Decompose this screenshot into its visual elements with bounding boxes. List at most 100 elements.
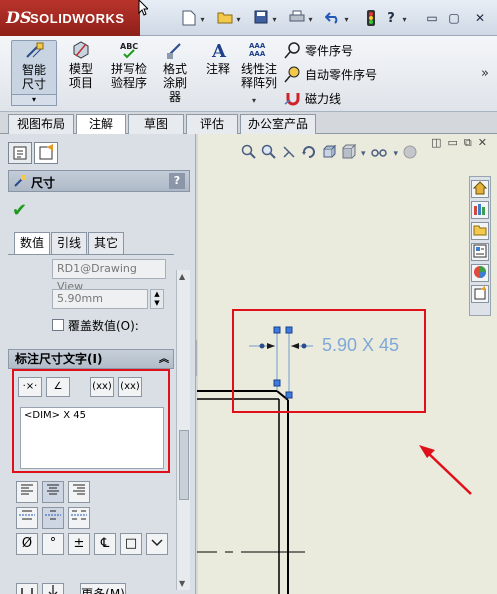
quick-access-help[interactable]: ? ▾ — [382, 10, 409, 28]
tab-other[interactable]: 其它 — [88, 232, 125, 254]
tab-evaluate[interactable]: 评估 — [186, 114, 238, 134]
format-painter-button[interactable]: 格式涂刷器 — [154, 40, 196, 104]
tab-value[interactable]: 数值 — [14, 232, 51, 255]
auto-balloon-button[interactable]: 自动零件序号 — [284, 64, 377, 84]
chevron-down-icon[interactable]: ▾ — [306, 15, 315, 24]
help-icon[interactable]: ? — [382, 10, 400, 28]
minimize-button[interactable]: ▭ — [422, 10, 442, 26]
insert-inspection-button[interactable]: (xx) — [118, 377, 142, 397]
undo-icon[interactable] — [324, 10, 342, 28]
tab-view-layout[interactable]: 视图布局 — [8, 114, 74, 134]
restore-button[interactable]: ▢ — [444, 10, 464, 26]
model-items-button[interactable]: 模型项目 — [60, 40, 102, 90]
home-icon[interactable] — [471, 180, 489, 198]
chevron-down-icon[interactable]: ▾ — [394, 149, 399, 159]
diameter-symbol-button[interactable]: Ø — [16, 533, 38, 555]
linear-pattern-dropdown[interactable]: ▾ — [252, 96, 256, 105]
appearance-icon[interactable] — [402, 144, 418, 164]
quick-access-save[interactable]: ▾ — [252, 10, 279, 28]
property-manager-scrollbar[interactable]: ▲ ▼ — [176, 270, 190, 590]
solidworks-logo[interactable]: DS SOLIDWORKS — [0, 0, 140, 36]
more-button[interactable]: 更多(M) — [80, 583, 126, 594]
spell-check-button[interactable]: ABC 拼写检验程序 — [106, 40, 152, 90]
degree-symbol-button[interactable]: ° — [42, 533, 64, 555]
rebuild-icon[interactable] — [362, 10, 380, 28]
tab-sketch[interactable]: 草图 — [128, 114, 184, 134]
counterbore-symbol-button[interactable] — [16, 583, 38, 594]
graphics-area[interactable]: 5.90 X 45 ◫ ▭ ⧉ ✕ ▾ ▾ — [197, 134, 497, 594]
chevron-down-icon[interactable]: ▾ — [361, 149, 366, 159]
zoom-to-fit-icon[interactable] — [241, 144, 257, 164]
magnetic-line-button[interactable]: 磁力线 — [284, 88, 341, 108]
quick-access-new[interactable]: ▾ — [180, 10, 207, 28]
custom-properties-icon[interactable] — [471, 285, 489, 303]
collapse-icon[interactable]: ︽ — [159, 351, 169, 369]
justify-inside-button[interactable] — [42, 507, 64, 529]
view-palette-icon[interactable] — [471, 243, 489, 261]
depth-symbol-button[interactable] — [42, 583, 64, 594]
align-left-button[interactable] — [16, 481, 38, 503]
dimension-text-input[interactable]: <DIM> X 45 — [20, 407, 164, 469]
align-center-button[interactable] — [42, 481, 64, 503]
rebuild-view-icon[interactable] — [301, 144, 317, 164]
new-icon[interactable] — [180, 10, 198, 28]
file-explorer-icon[interactable] — [471, 222, 489, 240]
quick-access-rebuild[interactable] — [362, 10, 380, 28]
print-icon[interactable] — [288, 10, 306, 28]
centerline-symbol-button[interactable]: ℄ — [94, 533, 116, 555]
insert-angle-button[interactable]: ∠ — [46, 377, 70, 397]
zoom-to-area-icon[interactable] — [261, 144, 277, 164]
help-icon[interactable]: ? — [169, 173, 185, 189]
chevron-down-icon[interactable]: ▾ — [342, 15, 351, 24]
hide-show-items-icon[interactable] — [370, 145, 390, 163]
save-icon[interactable] — [252, 10, 270, 28]
feature-manager-tab[interactable] — [8, 142, 32, 164]
smart-dimension-button[interactable]: 智能尺寸 — [11, 40, 57, 98]
quick-access-print[interactable]: ▾ — [288, 10, 315, 28]
command-manager-scroll-right-icon[interactable]: » — [481, 66, 489, 81]
chevron-down-icon[interactable]: ▾ — [234, 15, 243, 24]
scroll-up-icon[interactable]: ▲ — [179, 272, 185, 281]
scroll-down-icon[interactable]: ▼ — [179, 579, 185, 588]
plus-minus-symbol-button[interactable]: ± — [68, 533, 90, 555]
dimension-text-label[interactable]: 5.90 X 45 — [322, 335, 399, 356]
property-manager-tab[interactable] — [34, 142, 58, 164]
linear-note-pattern-button[interactable]: AAA AAA 线性注释阵列 — [238, 40, 280, 90]
design-library-icon[interactable] — [471, 201, 489, 219]
chevron-down-icon[interactable]: ▾ — [270, 15, 279, 24]
reference-field[interactable]: RD1@Drawing View — [52, 259, 166, 293]
dimension-value-field[interactable]: 5.90mm — [52, 289, 148, 309]
justify-outside-button[interactable] — [16, 507, 38, 529]
close-view-icon[interactable]: ✕ — [478, 136, 487, 150]
restore-view-icon[interactable]: ⧉ — [464, 136, 472, 150]
override-value-checkbox[interactable] — [52, 319, 64, 331]
tab-annotation[interactable]: 注解 — [76, 114, 126, 135]
chevron-down-icon[interactable]: ▾ — [400, 15, 409, 24]
display-style-icon[interactable] — [341, 143, 357, 164]
tile-view-icon[interactable]: ◫ — [431, 136, 441, 150]
chevron-down-icon[interactable]: ▾ — [198, 15, 207, 24]
value-spinner[interactable]: ▲ ▼ — [150, 289, 164, 309]
minimize-view-icon[interactable]: ▭ — [448, 136, 458, 150]
insert-dimension-button[interactable]: ·×· — [18, 377, 42, 397]
smart-dimension-dropdown[interactable]: ▾ — [11, 94, 57, 106]
balloon-button[interactable]: 零件序号 — [284, 40, 353, 60]
scrollbar-thumb[interactable] — [179, 430, 189, 500]
square-symbol-button[interactable]: □ — [120, 533, 142, 555]
view-orientation-icon[interactable] — [321, 144, 337, 164]
quick-access-open[interactable]: ▾ — [216, 10, 243, 28]
tab-office-products[interactable]: 办公室产品 — [240, 114, 316, 134]
tab-leaders[interactable]: 引线 — [51, 232, 88, 254]
justify-split-button[interactable] — [68, 507, 90, 529]
previous-view-icon[interactable] — [281, 144, 297, 164]
dimension-text-group-header[interactable]: 标注尺寸文字(I) ︽ — [8, 349, 174, 369]
quick-access-undo[interactable]: ▾ — [324, 10, 351, 28]
align-right-button[interactable] — [68, 481, 90, 503]
insert-parentheses-button[interactable]: (xx) — [90, 377, 114, 397]
open-icon[interactable] — [216, 10, 234, 28]
more-symbols-button[interactable] — [146, 533, 168, 555]
ok-check-icon[interactable]: ✔ — [12, 200, 27, 221]
close-button[interactable]: ✕ — [470, 10, 490, 26]
note-button[interactable]: A 注释 — [202, 40, 234, 76]
appearances-icon[interactable] — [471, 264, 489, 282]
